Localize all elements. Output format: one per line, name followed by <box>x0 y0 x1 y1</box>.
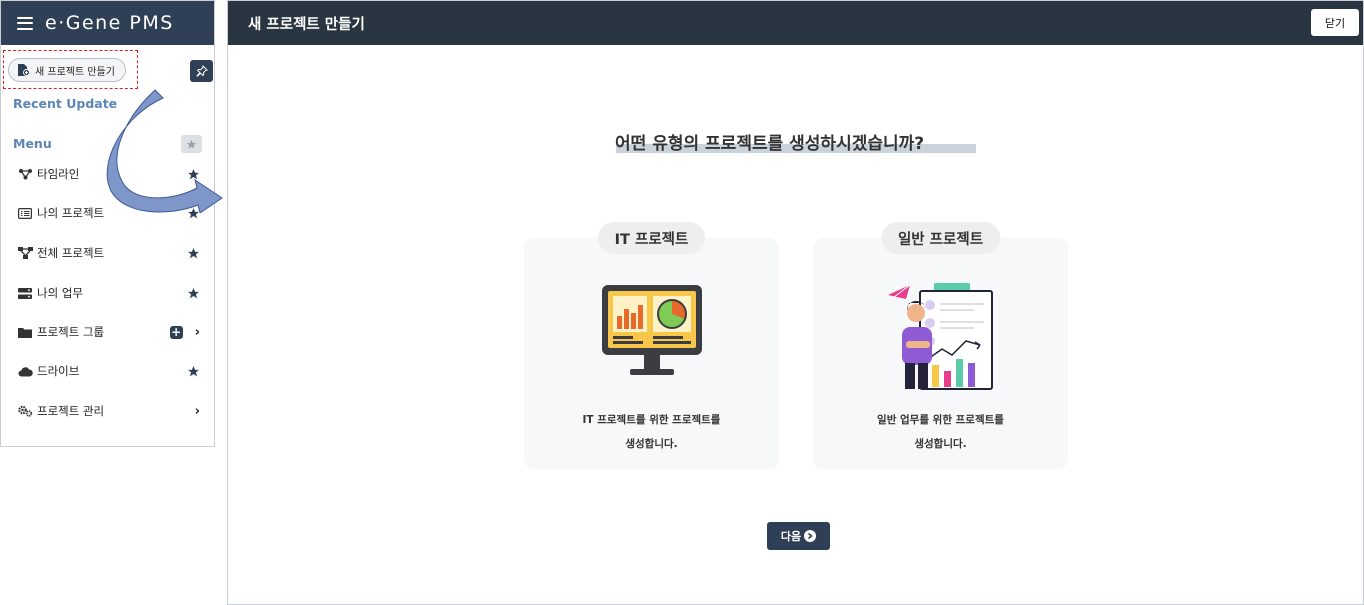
sidebar-item-project-admin[interactable]: 프로젝트 관리 › <box>1 400 214 422</box>
menu-heading: Menu <box>13 136 52 151</box>
pin-icon <box>195 65 208 77</box>
modal-header: 새 프로젝트 만들기 닫기 <box>228 1 1363 45</box>
star-icon[interactable] <box>187 365 200 378</box>
folder-icon <box>17 325 33 339</box>
arrow-right-circle-icon <box>804 530 817 542</box>
next-button[interactable]: 다음 <box>767 522 830 550</box>
tasks-icon <box>17 286 33 300</box>
sidebar-item-label: 전체 프로젝트 <box>37 246 105 260</box>
recent-update-heading[interactable]: Recent Update <box>13 96 117 111</box>
card-title: IT 프로젝트 <box>597 222 706 254</box>
person-report-illustration <box>887 283 993 390</box>
sidebar-item-label: 프로젝트 관리 <box>37 404 105 418</box>
star-icon[interactable] <box>187 287 200 300</box>
modal-title: 새 프로젝트 만들기 <box>248 16 365 33</box>
pin-button[interactable] <box>190 60 213 82</box>
sidebar-item-label: 타임라인 <box>37 167 80 181</box>
brand-logo: e·Gene PMS <box>45 12 174 34</box>
highlight-annotation <box>3 50 138 89</box>
star-icon[interactable] <box>187 247 200 260</box>
timeline-icon <box>17 167 33 181</box>
sidebar-item-project-group[interactable]: 프로젝트 그룹 + › <box>1 321 214 343</box>
general-project-card[interactable]: 일반 프로젝트 일반 업무를 위한 프로젝트를 생성합니다. <box>813 222 1068 469</box>
chevron-right-icon[interactable]: › <box>195 404 200 419</box>
sidebar: e·Gene PMS 새 프로젝트 만들기 Recent Update Menu… <box>0 0 215 447</box>
sidebar-item-label: 드라이브 <box>37 364 80 378</box>
add-group-icon[interactable]: + <box>169 325 183 339</box>
curved-arrow-annotation <box>106 89 223 213</box>
sidebar-item-label: 나의 업무 <box>37 286 83 300</box>
next-button-label: 다음 <box>780 530 802 543</box>
card-description: IT 프로젝트를 위한 프로젝트를 생성합니다. <box>582 414 721 450</box>
gears-icon <box>17 404 33 418</box>
chevron-right-icon[interactable]: › <box>195 325 200 340</box>
it-project-card[interactable]: IT 프로젝트 IT 프로젝트를 위한 프로젝트를 생성합니다. <box>524 222 779 469</box>
sidebar-item-label: 프로젝트 그룹 <box>37 325 105 339</box>
sitemap-icon <box>17 246 33 260</box>
project-type-question: 어떤 유형의 프로젝트를 생성하시겠습니까? <box>615 134 925 154</box>
card-title: 일반 프로젝트 <box>880 222 1001 254</box>
card-description: 일반 업무를 위한 프로젝트를 생성합니다. <box>877 414 1004 450</box>
monitor-dashboard-illustration <box>601 285 702 375</box>
sidebar-item-all-projects[interactable]: 전체 프로젝트 <box>1 242 214 264</box>
sidebar-header: e·Gene PMS <box>1 1 214 45</box>
sidebar-item-drive[interactable]: 드라이브 <box>1 360 214 382</box>
sidebar-item-my-tasks[interactable]: 나의 업무 <box>1 282 214 304</box>
hamburger-menu-icon[interactable] <box>17 16 33 30</box>
new-project-modal: 새 프로젝트 만들기 닫기 어떤 유형의 프로젝트를 생성하시겠습니까? IT … <box>227 0 1364 605</box>
sidebar-item-label: 나의 프로젝트 <box>37 206 105 220</box>
list-icon <box>17 206 33 220</box>
cloud-icon <box>17 364 33 378</box>
close-button[interactable]: 닫기 <box>1311 9 1359 36</box>
